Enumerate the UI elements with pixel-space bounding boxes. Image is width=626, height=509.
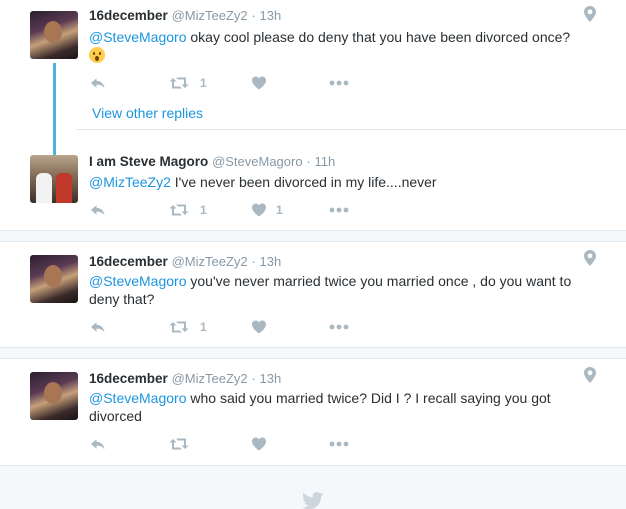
retweet-count: 1 [200,203,207,217]
more-options-icon[interactable] [329,202,349,218]
separator: · [251,371,256,386]
mention-link[interactable]: @SteveMagoro [89,273,186,289]
username[interactable]: @MizTeeZy2 [172,8,248,23]
separator: · [306,154,311,169]
view-other-replies-link[interactable]: View other replies [92,105,203,121]
heart-icon[interactable] [251,319,267,335]
like-count: 1 [276,203,283,217]
reply-icon[interactable] [90,319,106,335]
timestamp[interactable]: 13h [260,8,282,23]
retweet-icon[interactable] [169,319,189,335]
timestamp[interactable]: 11h [314,154,335,169]
tweet-text: @SteveMagoro you've never married twice … [89,272,589,308]
twitter-bird-icon [302,492,324,509]
retweet-icon[interactable] [169,436,189,452]
heart-icon[interactable] [251,75,267,91]
avatar[interactable] [30,372,78,420]
avatar[interactable] [30,255,78,303]
astonished-face-emoji-icon [89,47,105,63]
location-pin-icon[interactable] [584,250,596,266]
more-options-icon[interactable] [329,319,349,335]
retweet-count: 1 [200,76,207,90]
tweet-body: I've never been divorced in my life....n… [170,174,437,190]
display-name[interactable]: I am Steve Magoro [89,154,208,169]
username[interactable]: @SteveMagoro [212,154,303,169]
mention-link[interactable]: @MizTeeZy2 [89,174,171,190]
avatar[interactable] [30,155,78,203]
retweet-count: 1 [200,320,207,334]
tweet-header: 16december @MizTeeZy2 · 13h [89,8,281,26]
location-pin-icon[interactable] [584,367,596,383]
timestamp[interactable]: 13h [260,254,282,269]
separator: · [251,254,256,269]
retweet-icon[interactable] [169,202,189,218]
conversation-card: 16december @MizTeeZy2 · 13h @SteveMagoro… [0,0,626,231]
tweet-card: 16december @MizTeeZy2 · 13h @SteveMagoro… [0,241,626,348]
heart-icon[interactable] [251,202,267,218]
username[interactable]: @MizTeeZy2 [172,371,248,386]
timestamp[interactable]: 13h [260,371,282,386]
tweet-header: I am Steve Magoro @SteveMagoro · 11h [89,154,335,172]
display-name[interactable]: 16december [89,8,168,23]
tweet-header: 16december @MizTeeZy2 · 13h [89,254,281,272]
avatar[interactable] [30,11,78,59]
more-options-icon[interactable] [329,436,349,452]
heart-icon[interactable] [251,436,267,452]
mention-link[interactable]: @SteveMagoro [89,29,186,45]
more-options-icon[interactable] [329,75,349,91]
tweet-text: @SteveMagoro okay cool please do deny th… [89,28,589,64]
divider [76,129,626,130]
thread-connector [53,63,56,155]
tweet-body: okay cool please do deny that you have b… [186,29,571,45]
mention-link[interactable]: @SteveMagoro [89,390,186,406]
tweet-text: @MizTeeZy2 I've never been divorced in m… [89,173,589,191]
tweet-header: 16december @MizTeeZy2 · 13h [89,371,281,389]
separator: · [251,8,256,23]
tweet-text: @SteveMagoro who said you married twice?… [89,389,589,425]
reply-icon[interactable] [90,75,106,91]
username[interactable]: @MizTeeZy2 [172,254,248,269]
display-name[interactable]: 16december [89,371,168,386]
display-name[interactable]: 16december [89,254,168,269]
tweet-card: 16december @MizTeeZy2 · 13h @SteveMagoro… [0,358,626,466]
reply-icon[interactable] [90,436,106,452]
location-pin-icon[interactable] [584,6,596,22]
reply-icon[interactable] [90,202,106,218]
retweet-icon[interactable] [169,75,189,91]
